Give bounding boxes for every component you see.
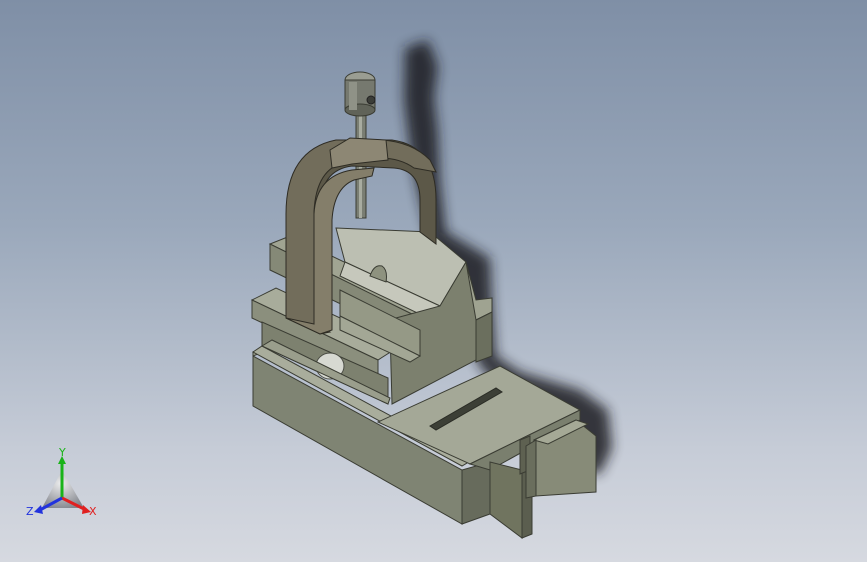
x-axis-label: X [89, 505, 97, 518]
model-scene[interactable] [0, 0, 867, 562]
coordinate-triad: Y X Z [26, 448, 97, 518]
graphics-viewport[interactable]: Y X Z [0, 0, 867, 562]
y-axis-label: Y [58, 448, 66, 459]
z-axis-label: Z [26, 505, 34, 518]
knob-hole [366, 95, 376, 105]
z-arrow-icon [34, 505, 43, 514]
